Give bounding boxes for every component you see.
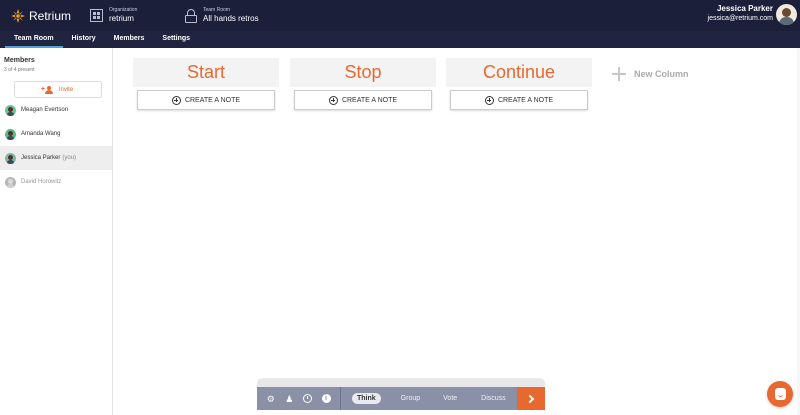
tab-settings[interactable]: Settings	[153, 31, 199, 48]
invite-label: Invite	[58, 86, 74, 93]
info-icon[interactable]: i	[321, 393, 332, 404]
chat-icon	[774, 388, 786, 400]
chat-button[interactable]	[767, 381, 793, 407]
add-circle-icon	[171, 95, 181, 105]
tab-members[interactable]: Members	[105, 31, 154, 48]
members-sidebar: Members 3 of 4 present + Invite Meagan E…	[0, 48, 113, 415]
organization-selector[interactable]: Organization retrium	[90, 8, 185, 23]
member-name-text: Jessica Parker	[21, 155, 61, 161]
organization-value: retrium	[109, 14, 134, 23]
column-stop: Stop CREATE A NOTE	[290, 58, 436, 110]
invite-button[interactable]: + Invite	[14, 81, 102, 98]
create-note-label: CREATE A NOTE	[184, 96, 241, 104]
plus-icon	[612, 67, 626, 81]
organization-label: Organization	[109, 7, 138, 13]
create-note-button[interactable]: CREATE A NOTE	[450, 90, 588, 110]
member-item-away[interactable]: David Horowitz	[0, 170, 112, 194]
you-tag: (you)	[62, 155, 77, 161]
member-name: David Horowitz	[21, 179, 62, 185]
retrium-logo-icon	[11, 8, 25, 23]
member-item[interactable]: Meagan Evertson	[0, 98, 112, 122]
bell-icon[interactable]: ♟	[285, 394, 295, 404]
column-start: Start CREATE A NOTE	[133, 58, 279, 110]
tab-team-room[interactable]: Team Room	[5, 31, 63, 48]
timer-icon[interactable]	[303, 393, 313, 404]
phase-discuss[interactable]: Discuss	[481, 395, 506, 402]
retrium-logo[interactable]: Retrium	[11, 8, 87, 23]
create-note-button[interactable]: CREATE A NOTE	[294, 90, 432, 110]
column-continue: Continue CREATE A NOTE	[446, 58, 592, 110]
chevron-right-icon	[525, 394, 534, 403]
user-avatar[interactable]	[776, 4, 797, 25]
member-name: Jessica Parker (you)	[21, 155, 76, 161]
avatar	[5, 176, 16, 188]
user-name: Jessica Parker	[716, 4, 773, 13]
avatar	[5, 128, 16, 140]
create-note-button[interactable]: CREATE A NOTE	[137, 90, 275, 110]
next-phase-button[interactable]	[517, 387, 545, 410]
phase-group[interactable]: Group	[401, 395, 420, 402]
add-circle-icon	[484, 95, 494, 105]
add-circle-icon	[328, 95, 338, 105]
column-title[interactable]: Stop	[290, 58, 436, 87]
user-info[interactable]: Jessica Parker jessica@retrium.com	[707, 4, 773, 23]
phase-think[interactable]: Think	[352, 393, 381, 404]
member-name: Amanda Wang	[21, 131, 61, 137]
toolbar-icons: ⚙ ♟ i	[257, 387, 341, 410]
gear-icon[interactable]: ⚙	[266, 394, 276, 404]
avatar	[5, 104, 16, 116]
new-column-label: New Column	[634, 69, 689, 79]
nav-bar: Team Room History Members Settings	[0, 31, 800, 48]
member-item[interactable]: Amanda Wang	[0, 122, 112, 146]
members-title: Members	[4, 57, 35, 64]
team-room-value: All hands retros	[203, 14, 259, 23]
top-header: Retrium Organization retrium Team Room A…	[0, 0, 800, 31]
member-item-current[interactable]: Jessica Parker (you)	[0, 146, 112, 170]
user-email: jessica@retrium.com	[707, 15, 773, 22]
app-name: Retrium	[29, 8, 72, 23]
building-icon	[90, 9, 103, 22]
member-name: Meagan Evertson	[21, 107, 69, 113]
column-title[interactable]: Continue	[446, 58, 592, 87]
members-count: 3 of 4 present	[4, 67, 35, 73]
retro-toolbar: ⚙ ♟ i Think Group Vote Discuss	[257, 387, 545, 410]
column-title[interactable]: Start	[133, 58, 279, 87]
new-column-button[interactable]: New Column	[612, 67, 689, 81]
phase-vote[interactable]: Vote	[443, 395, 457, 402]
team-room-label: Team Room	[203, 7, 230, 13]
lock-icon	[185, 8, 197, 23]
create-note-label: CREATE A NOTE	[497, 96, 554, 104]
tab-history[interactable]: History	[63, 31, 105, 48]
add-user-icon: +	[41, 85, 55, 94]
team-room-selector[interactable]: Team Room All hands retros	[185, 8, 259, 23]
create-note-label: CREATE A NOTE	[341, 96, 398, 104]
avatar	[5, 152, 16, 164]
